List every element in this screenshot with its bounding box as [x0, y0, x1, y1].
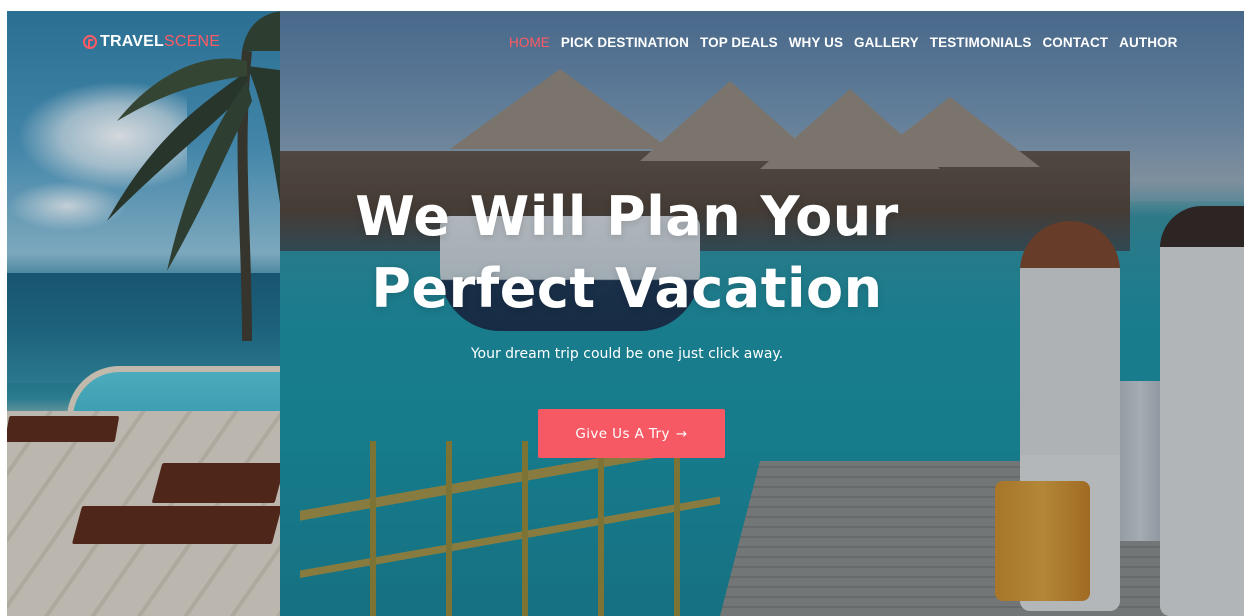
arrow-right-icon: → [675, 425, 688, 442]
nav-gallery[interactable]: GALLERY [854, 35, 919, 50]
photo-overlay [7, 11, 280, 616]
nav-contact[interactable]: CONTACT [1042, 35, 1108, 50]
nav-pick-destination[interactable]: PICK DESTINATION [561, 35, 689, 50]
page-frame: TRAVEL SCENE HOME PICK DESTINATION TOP D… [7, 11, 1244, 616]
headline-line-1: We Will Plan Your [355, 185, 899, 248]
main-nav: HOME PICK DESTINATION TOP DEALS WHY US G… [509, 35, 1189, 50]
hero-subheadline: Your dream trip could be one just click … [470, 346, 784, 362]
brand-logo[interactable]: TRAVEL SCENE [83, 33, 220, 51]
nav-top-deals[interactable]: TOP DEALS [700, 35, 778, 50]
logo-text-accent: SCENE [164, 33, 221, 50]
nav-author[interactable]: AUTHOR [1119, 35, 1177, 50]
hero-headline: We Will Plan Your Perfect Vacation [277, 181, 977, 325]
logo-text-main: TRAVEL [100, 33, 165, 50]
cta-label: Give Us A Try [575, 425, 670, 442]
resort-photo [7, 11, 280, 616]
give-us-a-try-button[interactable]: Give Us A Try → [538, 409, 725, 458]
compass-icon [83, 35, 97, 49]
nav-testimonials[interactable]: TESTIMONIALS [930, 35, 1032, 50]
nav-home[interactable]: HOME [509, 35, 550, 50]
headline-line-2: Perfect Vacation [371, 257, 883, 320]
nav-why-us[interactable]: WHY US [789, 35, 843, 50]
